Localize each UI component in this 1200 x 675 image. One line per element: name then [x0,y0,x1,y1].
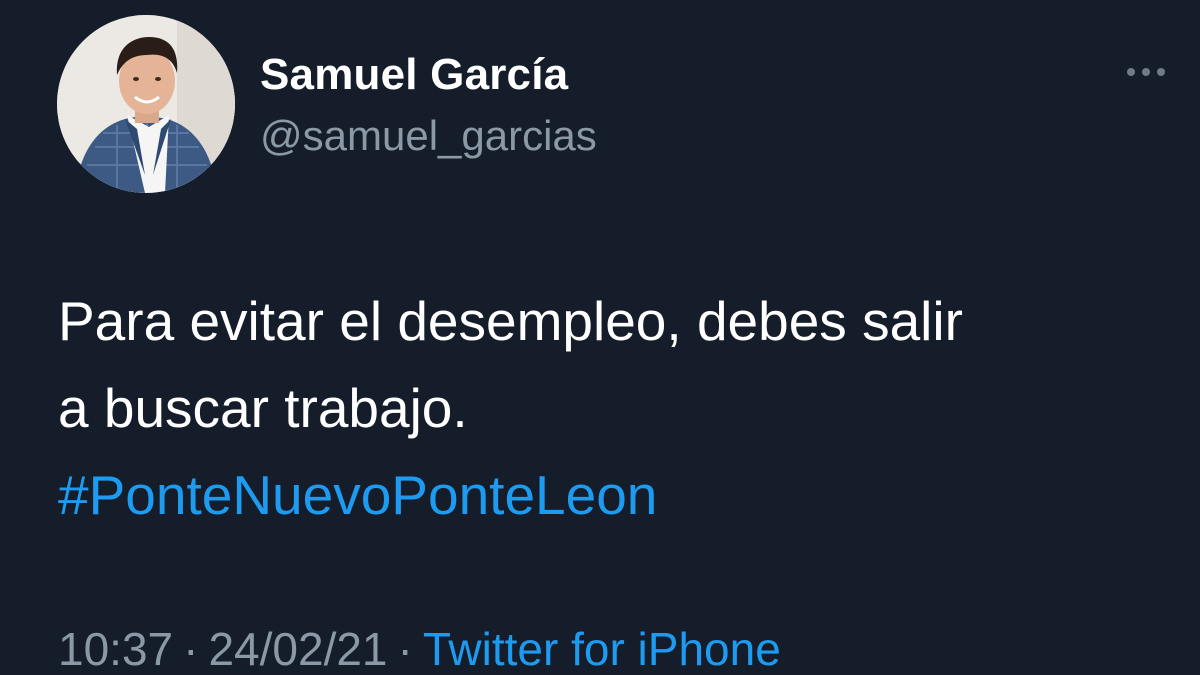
tweet-text-line: a buscar trabajo. [58,377,468,439]
tweet-date[interactable]: 24/02/21 [208,623,387,675]
tweet-text-line: Para evitar el desempleo, debes salir [58,290,963,352]
user-handle[interactable]: @samuel_garcias [260,112,597,160]
display-name[interactable]: Samuel García [260,50,568,100]
tweet-meta: 10:37 · 24/02/21 · Twitter for iPhone [58,622,781,675]
hashtag-link[interactable]: #PonteNuevoPonteLeon [58,452,1158,539]
source-link[interactable]: Twitter for iPhone [423,623,781,675]
meta-separator: · [397,623,413,675]
profile-photo-icon [57,15,235,193]
avatar[interactable] [57,15,235,193]
meta-separator: · [183,623,199,675]
more-horizontal-icon[interactable] [1124,62,1168,82]
tweet-text: Para evitar el desempleo, debes salir a … [58,278,1158,539]
tweet-card: Samuel García @samuel_garcias Para evita… [0,0,1200,675]
tweet-time[interactable]: 10:37 [58,623,173,675]
